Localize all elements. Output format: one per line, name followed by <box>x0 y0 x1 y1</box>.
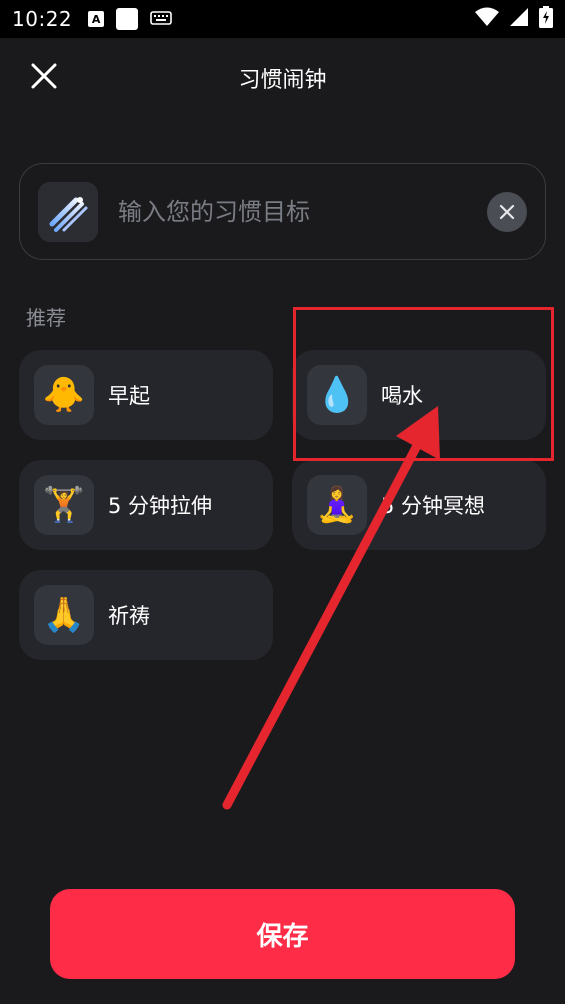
status-bar: 10:22 A <box>0 0 565 38</box>
chick-icon: 🐥 <box>34 365 94 425</box>
habit-card-label: 喝水 <box>381 384 423 408</box>
status-left-icons: A <box>88 8 172 30</box>
save-button[interactable]: 保存 <box>50 889 515 979</box>
habit-card-label: 祈祷 <box>108 604 150 628</box>
habit-card-label: 5 分钟冥想 <box>381 494 486 518</box>
habit-card-label: 5 分钟拉伸 <box>108 494 213 518</box>
habit-card-drink-water[interactable]: 💧 喝水 <box>292 350 546 440</box>
recommend-label: 推荐 <box>26 306 66 330</box>
weightlifter-icon: 🏋️ <box>34 475 94 535</box>
meditation-icon: 🧘‍♀️ <box>307 475 367 535</box>
header: 习惯闹钟 <box>0 38 565 118</box>
meteor-icon <box>38 182 98 242</box>
close-button[interactable] <box>30 62 58 90</box>
clear-icon <box>499 204 515 220</box>
save-label: 保存 <box>256 920 309 951</box>
a-icon: A <box>88 11 105 27</box>
square-icon <box>116 8 139 30</box>
wifi-icon <box>475 7 499 31</box>
page-title: 习惯闹钟 <box>238 68 327 93</box>
habit-card-pray[interactable]: 🙏 祈祷 <box>19 570 273 660</box>
habit-card-label: 早起 <box>108 384 150 408</box>
signal-icon <box>509 7 529 31</box>
status-time: 10:22 <box>12 7 73 31</box>
habit-card-meditate[interactable]: 🧘‍♀️ 5 分钟冥想 <box>292 460 546 550</box>
battery-icon <box>539 6 553 32</box>
clear-input-button[interactable] <box>487 192 527 232</box>
habit-input-box[interactable] <box>19 163 546 260</box>
keyboard-icon <box>150 10 172 29</box>
habit-card-stretch[interactable]: 🏋️ 5 分钟拉伸 <box>19 460 273 550</box>
close-icon <box>31 63 57 89</box>
status-right-icons <box>475 6 553 32</box>
water-drop-icon: 💧 <box>307 365 367 425</box>
habit-card-early-rise[interactable]: 🐥 早起 <box>19 350 273 440</box>
praying-hands-icon: 🙏 <box>34 585 94 645</box>
habit-input[interactable] <box>118 190 478 234</box>
